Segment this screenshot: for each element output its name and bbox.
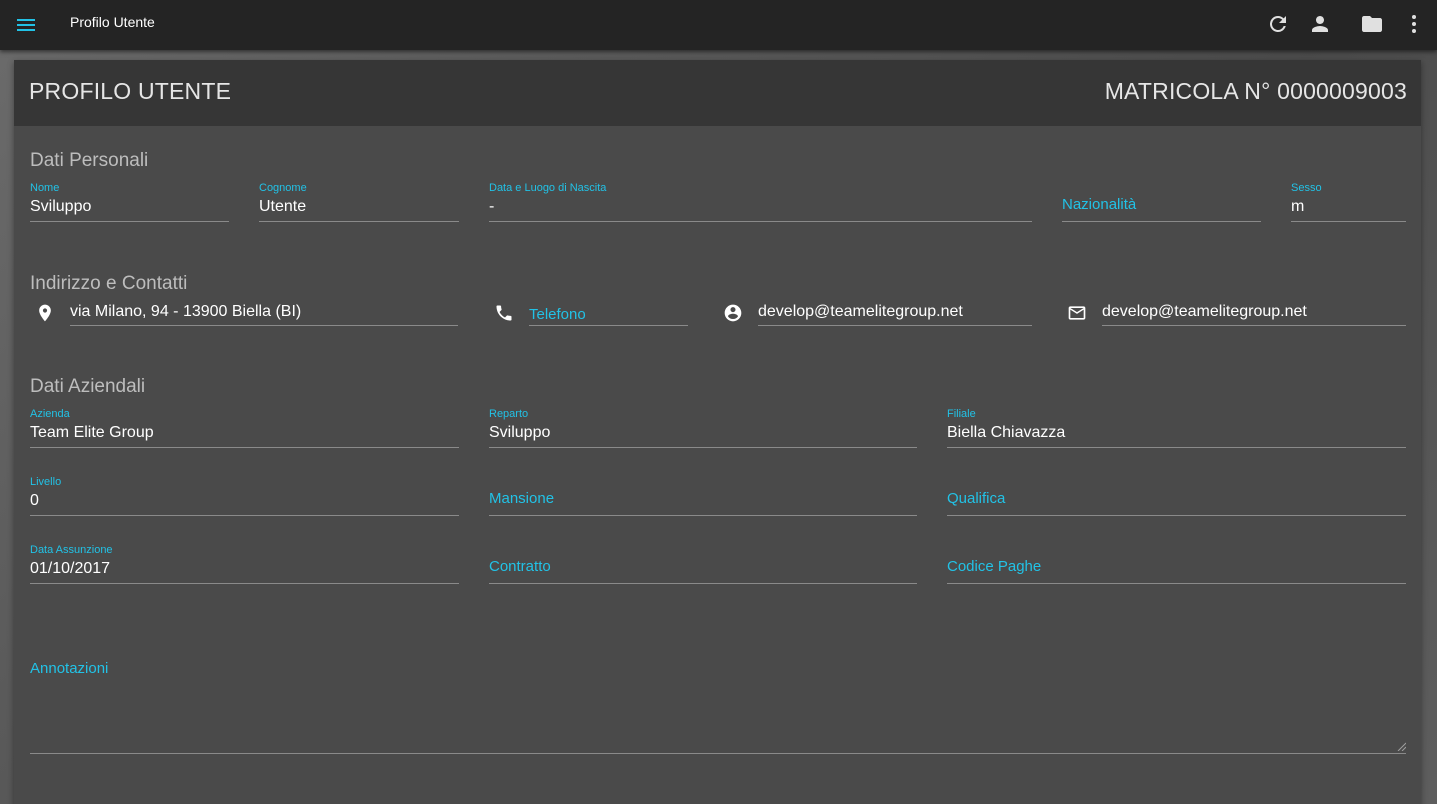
azienda-field[interactable]: Azienda Team Elite Group — [30, 408, 459, 448]
reparto-value: Sviluppo — [489, 424, 551, 441]
sesso-field[interactable]: Sesso m — [1291, 182, 1406, 222]
cognome-value: Utente — [259, 198, 307, 215]
mail-icon — [1068, 306, 1086, 320]
folder-icon[interactable] — [1360, 12, 1384, 36]
sesso-label: Sesso — [1291, 182, 1322, 194]
nazionalita-placeholder: Nazionalità — [1062, 196, 1137, 213]
nome-field[interactable]: Nome Sviluppo — [30, 182, 229, 222]
nascita-label: Data e Luogo di Nascita — [489, 182, 607, 194]
reparto-field[interactable]: Reparto Sviluppo — [489, 408, 917, 448]
profile-card: PROFILO UTENTE MATRICOLA N° 0000009003 D… — [14, 60, 1421, 804]
livello-label: Livello — [30, 476, 62, 488]
nome-value: Sviluppo — [30, 198, 92, 215]
mansione-placeholder: Mansione — [489, 490, 555, 507]
card-title: PROFILO UTENTE — [29, 78, 232, 104]
cognome-label: Cognome — [259, 182, 307, 194]
telefono-placeholder: Telefono — [529, 306, 586, 323]
person-icon[interactable] — [1308, 12, 1332, 36]
contratto-placeholder: Contratto — [489, 558, 551, 575]
annotazioni-placeholder: Annotazioni — [30, 660, 109, 677]
filiale-field[interactable]: Filiale Biella Chiavazza — [947, 408, 1406, 448]
indirizzo-value: via Milano, 94 - 13900 Biella (BI) — [70, 303, 302, 320]
account-field[interactable]: develop@teamelitegroup.net — [758, 294, 1032, 326]
email-value: develop@teamelitegroup.net — [1102, 303, 1307, 320]
azienda-label: Azienda — [30, 408, 70, 420]
app-title: Profilo Utente — [70, 14, 155, 30]
filiale-label: Filiale — [947, 408, 976, 420]
nascita-field[interactable]: Data e Luogo di Nascita - — [489, 182, 1032, 222]
card-header: PROFILO UTENTE MATRICOLA N° 0000009003 — [14, 60, 1421, 126]
annotazioni-textarea[interactable]: Annotazioni — [30, 660, 1406, 754]
resize-grip-icon[interactable] — [1396, 741, 1406, 751]
section-title-contacts: Indirizzo e Contatti — [30, 273, 188, 294]
qualifica-placeholder: Qualifica — [947, 490, 1006, 507]
matricola-number: MATRICOLA N° 0000009003 — [1104, 78, 1407, 104]
reparto-label: Reparto — [489, 408, 529, 420]
nome-label: Nome — [30, 182, 60, 194]
telefono-field[interactable]: Telefono — [529, 294, 688, 326]
mansione-field[interactable]: Mansione — [489, 476, 917, 516]
codice-paghe-field[interactable]: Codice Paghe — [947, 544, 1406, 584]
phone-icon — [496, 305, 512, 321]
email-field[interactable]: develop@teamelitegroup.net — [1102, 294, 1406, 326]
location-pin-icon — [39, 304, 51, 322]
nascita-value: - — [489, 198, 495, 215]
data-assunzione-value: 01/10/2017 — [30, 560, 111, 577]
livello-value: 0 — [30, 492, 39, 509]
cognome-field[interactable]: Cognome Utente — [259, 182, 459, 222]
top-toolbar: Profilo Utente — [0, 0, 1437, 50]
menu-icon[interactable] — [14, 13, 38, 37]
data-assunzione-label: Data Assunzione — [30, 544, 113, 556]
account-value: develop@teamelitegroup.net — [758, 303, 963, 320]
more-vert-icon[interactable] — [1402, 12, 1426, 36]
livello-field[interactable]: Livello 0 — [30, 476, 459, 516]
codice-paghe-placeholder: Codice Paghe — [947, 558, 1042, 575]
account-circle-icon — [724, 304, 742, 322]
section-title-company: Dati Aziendali — [30, 376, 146, 397]
contratto-field[interactable]: Contratto — [489, 544, 917, 584]
azienda-value: Team Elite Group — [30, 424, 154, 441]
section-title-personal: Dati Personali — [30, 150, 149, 171]
filiale-value: Biella Chiavazza — [947, 424, 1066, 441]
sesso-value: m — [1291, 198, 1305, 215]
data-assunzione-field[interactable]: Data Assunzione 01/10/2017 — [30, 544, 459, 584]
nazionalita-field[interactable]: Nazionalità — [1062, 182, 1261, 222]
indirizzo-field[interactable]: via Milano, 94 - 13900 Biella (BI) — [70, 294, 458, 326]
qualifica-field[interactable]: Qualifica — [947, 476, 1406, 516]
refresh-icon[interactable] — [1266, 12, 1290, 36]
